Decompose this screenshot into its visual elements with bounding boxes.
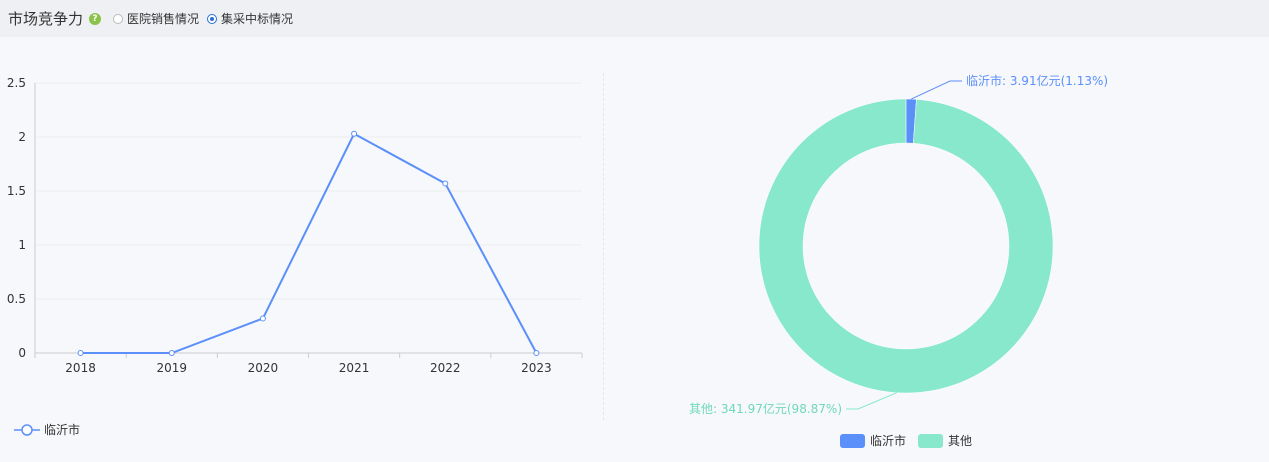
x-tick-label: 2022 (430, 361, 461, 375)
series-line-linyi (80, 132, 538, 354)
label-line-other (846, 392, 897, 410)
radio-icon (113, 13, 124, 24)
x-tick-label: 2020 (248, 361, 279, 375)
x-tick-label: 2023 (521, 361, 552, 375)
legend-label: 其他 (948, 434, 972, 448)
legend-item-linyi: 临沂市 (840, 433, 906, 448)
legend-swatch (918, 434, 943, 448)
radio-label: 集采中标情况 (221, 12, 294, 26)
y-tick-label: 2 (18, 130, 26, 144)
y-tick-label: 0 (18, 346, 26, 360)
radio-procurement[interactable]: 集采中标情况 (207, 10, 293, 27)
y-tick-label: 2.5 (7, 76, 26, 90)
data-point (351, 130, 358, 137)
donut-slice-other (758, 98, 1054, 394)
label-line-linyi (911, 80, 962, 100)
y-tick-label: 1.5 (7, 184, 26, 198)
question-circle-icon[interactable]: ? (89, 12, 102, 25)
slice-label-linyi: 临沂市: 3.91亿元(1.13%) (966, 73, 1108, 88)
y-tick-label: 0.5 (7, 292, 26, 306)
section-title: 市场竞争力 (8, 10, 84, 28)
radio-label: 医院销售情况 (127, 12, 200, 26)
section-header: 市场竞争力 ? 医院销售情况 集采中标情况 (0, 0, 1269, 37)
data-point (77, 350, 84, 356)
radio-hospital-sales[interactable]: 医院销售情况 (113, 10, 199, 27)
x-tick-label: 2021 (339, 361, 370, 375)
data-point (442, 180, 449, 187)
data-point (533, 350, 540, 356)
data-point (168, 350, 175, 356)
legend-label: 临沂市 (870, 433, 906, 448)
y-tick-label: 1 (18, 238, 26, 252)
x-tick-label: 2019 (156, 361, 187, 375)
donut-chart: 临沂市: 3.91亿元(1.13%) 其他: 341.97亿元(98.87%) 临沂… (689, 73, 1108, 448)
legend-item-other: 其他 (918, 434, 972, 448)
line-chart: 0 0.5 1 1.5 2 2.5 2018 2019 2020 2021 2022 2023 临沂市 (7, 76, 583, 437)
radio-checked-icon (207, 13, 218, 24)
data-point (259, 315, 266, 322)
legend-label: 临沂市 (44, 422, 80, 437)
legend-marker (21, 424, 33, 436)
slice-label-other: 其他: 341.97亿元(98.87%) (689, 401, 842, 416)
x-tick-label: 2018 (65, 361, 96, 375)
legend-swatch (840, 434, 865, 448)
legend-item-linyi: 临沂市 (14, 422, 80, 437)
